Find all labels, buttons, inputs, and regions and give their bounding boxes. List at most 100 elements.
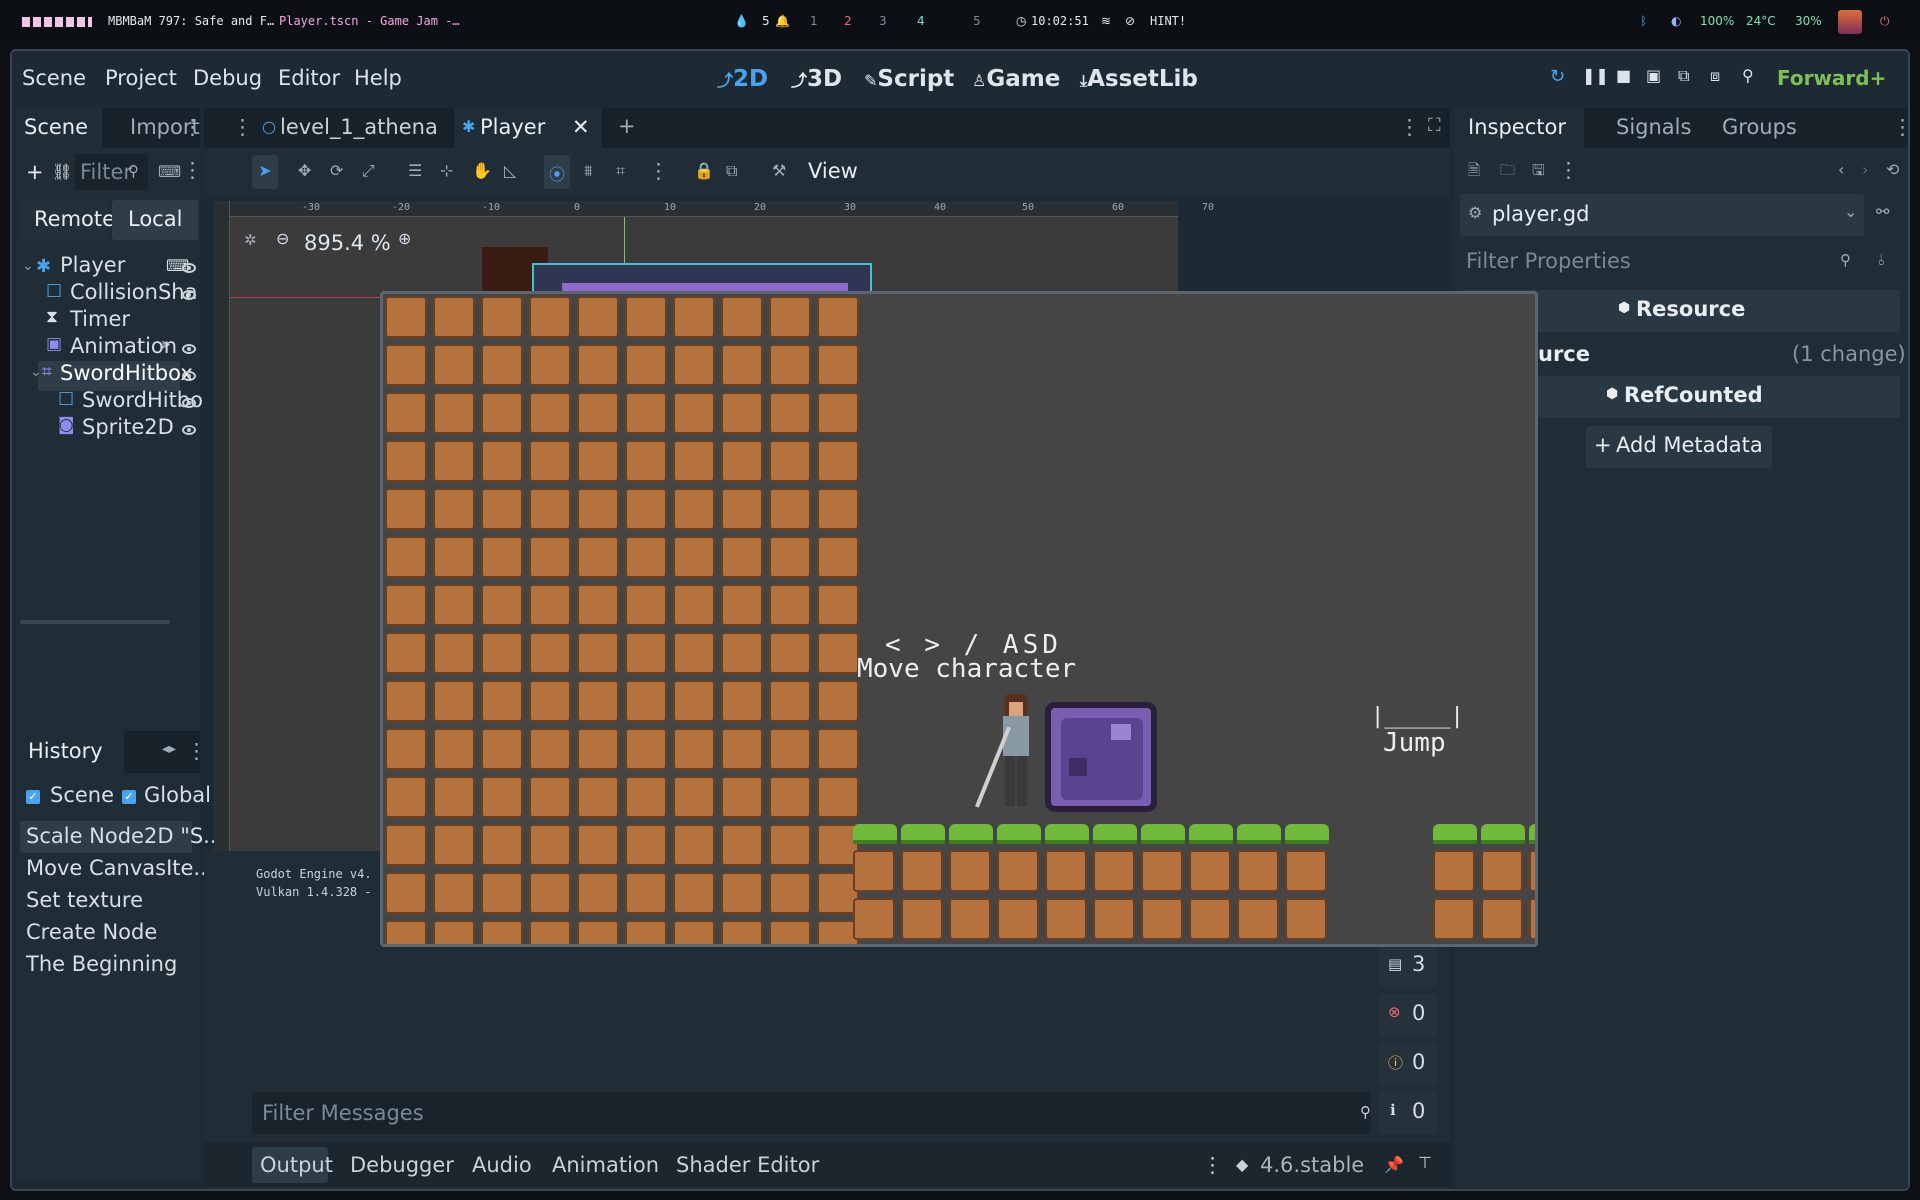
ws-2[interactable]: 2 [844, 14, 852, 28]
grid-snap-icon[interactable]: ⌗ [616, 161, 625, 181]
tree-arrow-icon[interactable]: ⌄ [22, 258, 34, 274]
pin-icon[interactable]: 📌 [1384, 1155, 1404, 1174]
distraction-free-icon[interactable]: ⛶ [1428, 115, 1441, 136]
reload-icon[interactable]: ↻ [1550, 66, 1565, 87]
version-label[interactable]: 4.6.stable [1260, 1153, 1364, 1177]
visibility-eye-icon[interactable] [182, 344, 196, 354]
tree-node-animation[interactable]: Animation [70, 334, 177, 358]
warning-count[interactable]: ⓘ 0 [1378, 1043, 1438, 1085]
zoom-level[interactable]: 895.4 % [304, 231, 391, 255]
tab-history[interactable]: History [28, 739, 103, 763]
global-checkbox[interactable]: ✓ [122, 790, 136, 804]
resource-menu-icon[interactable]: ⋮ [1558, 158, 1579, 182]
select-tool-button[interactable]: ➤ [252, 155, 278, 189]
dock-move-icon[interactable]: ◂▸ [162, 741, 176, 757]
pan-tool-icon[interactable]: ✋ [472, 161, 492, 180]
scene-tab-player[interactable]: ✱ Player ✕ [454, 108, 602, 148]
history-back-icon[interactable]: ‹ [1838, 160, 1844, 179]
close-tab-icon[interactable]: ✕ [572, 115, 590, 139]
tab-groups[interactable]: Groups [1722, 115, 1797, 139]
workspace-2d[interactable]: ⤴2D [717, 66, 768, 92]
ws-3[interactable]: 3 [879, 14, 887, 28]
zoom-out-icon[interactable]: ⊖ [276, 229, 289, 248]
history-list-icon[interactable]: ⟲ [1886, 160, 1899, 179]
pause-icon[interactable]: ❚❚ [1582, 66, 1609, 85]
filter-properties-input[interactable]: Filter Properties ⚲ [1460, 242, 1864, 282]
remote-deploy-icon[interactable]: ▣ [1646, 66, 1661, 85]
scene-tab-menu-icon[interactable]: ⋮ [232, 115, 253, 139]
history-item[interactable]: Create Node [26, 920, 157, 944]
property-options-icon[interactable]: ⫰ [1878, 250, 1885, 270]
bone-icon[interactable]: ⚒ [772, 161, 786, 180]
workspace-script[interactable]: ✎Script [864, 66, 954, 92]
workspace-indicator-icon[interactable] [22, 17, 92, 27]
expand-panel-icon[interactable]: ⊤ [1418, 1153, 1432, 1172]
save-resource-icon[interactable]: 🖫 [1532, 160, 1545, 185]
scene-options-icon[interactable]: ⋮ [182, 158, 203, 182]
message-count-info[interactable]: ▤ 3 [1378, 945, 1438, 987]
ws-4[interactable]: 4 [917, 14, 925, 28]
game-window[interactable]: < > / ASD Move character |_____| Jump [380, 291, 1538, 947]
rotate-tool-icon[interactable]: ⟳ [330, 161, 343, 180]
bottom-menu-icon[interactable]: ⋮ [1202, 1153, 1223, 1177]
tab-scene[interactable]: Scene [24, 115, 88, 139]
tree-node-sprite2d[interactable]: Sprite2D [82, 415, 174, 439]
remote-button[interactable]: Remote [22, 200, 115, 240]
tab-animation[interactable]: Animation [552, 1153, 659, 1177]
history-forward-icon[interactable]: › [1862, 160, 1868, 179]
stop-icon[interactable]: ■ [1616, 66, 1631, 85]
node-filter-input[interactable]: Filter ⚲ [74, 154, 148, 190]
error-count[interactable]: ⊗ 0 [1378, 994, 1438, 1036]
ws-5b[interactable]: 5 [973, 14, 981, 28]
local-button[interactable]: Local [112, 200, 198, 240]
tab-audio[interactable]: Audio [472, 1153, 532, 1177]
history-item[interactable]: The Beginning [26, 952, 177, 976]
list-select-icon[interactable]: ☰ [408, 161, 422, 180]
message-count[interactable]: ℹ0 [1378, 1092, 1438, 1134]
movie-maker-icon[interactable]: ⚲ [1742, 66, 1754, 85]
play-scene-icon[interactable]: ⧉ [1678, 66, 1689, 86]
add-metadata-button[interactable]: + Add Metadata [1586, 426, 1772, 468]
zoom-in-icon[interactable]: ⊕ [398, 229, 411, 248]
lock-icon[interactable]: 🔒 [694, 161, 714, 180]
dock-menu-icon[interactable]: ⋮ [182, 115, 203, 139]
ws-5[interactable]: 5 [762, 14, 770, 28]
center-view-icon[interactable]: ✲ [244, 231, 257, 249]
move-tool-icon[interactable]: ✥ [298, 161, 311, 180]
menu-project[interactable]: Project [105, 66, 177, 90]
scene-list-menu-icon[interactable]: ⋮ [1399, 115, 1420, 139]
tab-shader-editor[interactable]: Shader Editor [676, 1153, 819, 1177]
play-custom-icon[interactable]: ⧈ [1710, 66, 1720, 86]
menu-debug[interactable]: Debug [193, 66, 262, 90]
filter-messages-input[interactable]: Filter Messages ⚲ [252, 1092, 1371, 1134]
dock-menu-icon[interactable]: ⋮ [1892, 115, 1908, 139]
snap-toggle-button[interactable]: ⦿ [544, 155, 570, 189]
new-resource-icon[interactable]: 🗎 [1468, 160, 1480, 185]
power-icon[interactable]: ⏻ [1880, 14, 1890, 29]
tree-node-timer[interactable]: Timer [70, 307, 130, 331]
tree-node-collision[interactable]: CollisionSha [70, 280, 197, 304]
add-node-icon[interactable]: + [26, 160, 44, 184]
attach-script-icon[interactable]: ⌨ [158, 162, 181, 181]
ws-1[interactable]: 1 [810, 14, 818, 28]
tab-signals[interactable]: Signals [1616, 115, 1691, 139]
tab-inspector[interactable]: Inspector [1468, 115, 1566, 139]
visibility-eye-icon[interactable] [182, 425, 196, 435]
bluetooth-icon[interactable]: ᛒ [1640, 14, 1647, 28]
group-icon[interactable]: ⧉ [726, 161, 737, 181]
tree-arrow-icon[interactable]: ⌄ [30, 364, 42, 380]
workspace-assetlib[interactable]: ⤓AssetLib [1080, 66, 1198, 92]
link-icon[interactable]: ⛓ [52, 162, 72, 181]
history-item[interactable]: Move CanvasIte... [26, 856, 213, 880]
smart-snap-icon[interactable]: ⩩ [584, 161, 593, 181]
tree-node-swordhitbox[interactable]: SwordHitbox [60, 361, 193, 385]
ruler-tool-icon[interactable]: ◺ [504, 161, 516, 180]
snap-options-icon[interactable]: ⋮ [648, 159, 669, 183]
history-item[interactable]: Set texture [26, 888, 143, 912]
user-avatar[interactable] [1838, 10, 1862, 34]
tree-node-player[interactable]: Player [60, 253, 125, 277]
scene-tab-level[interactable]: level_1_athena [280, 115, 438, 139]
visibility-eye-icon[interactable] [182, 398, 196, 408]
tab-output[interactable]: Output [252, 1147, 333, 1183]
object-tools-icon[interactable]: ⚯ [1876, 202, 1889, 221]
